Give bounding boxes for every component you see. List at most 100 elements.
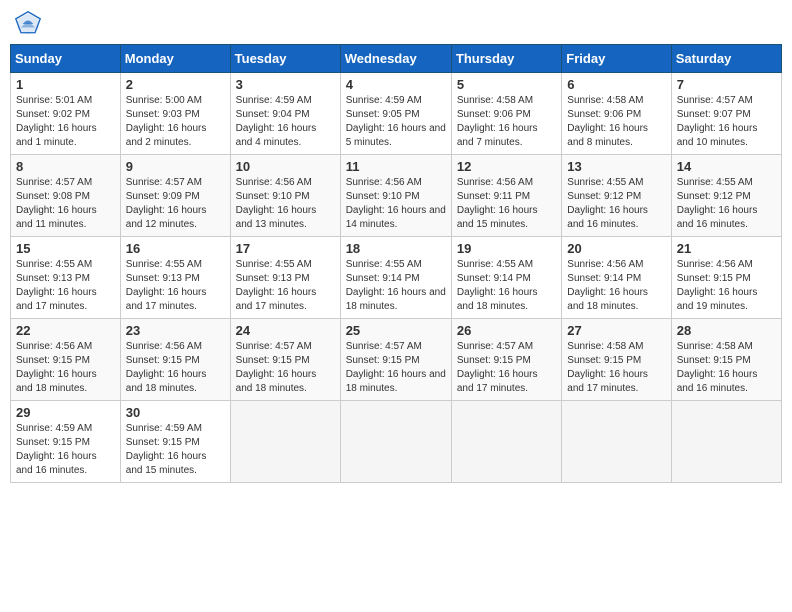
day-info: Sunrise: 4:57 AMSunset: 9:09 PMDaylight:… [126,176,225,232]
calendar-cell: 26 Sunrise: 4:57 AMSunset: 9:15 PMDaylig… [451,319,561,401]
calendar-cell [562,401,671,483]
calendar-cell: 23 Sunrise: 4:56 AMSunset: 9:15 PMDaylig… [120,319,230,401]
weekday-header-friday: Friday [562,45,671,73]
calendar-cell: 25 Sunrise: 4:57 AMSunset: 9:15 PMDaylig… [340,319,451,401]
day-info: Sunrise: 4:56 AMSunset: 9:11 PMDaylight:… [457,176,556,232]
day-info: Sunrise: 4:56 AMSunset: 9:15 PMDaylight:… [677,258,776,314]
calendar-week-row: 15 Sunrise: 4:55 AMSunset: 9:13 PMDaylig… [11,237,782,319]
day-info: Sunrise: 4:55 AMSunset: 9:12 PMDaylight:… [677,176,776,232]
calendar-cell [340,401,451,483]
calendar-cell: 5 Sunrise: 4:58 AMSunset: 9:06 PMDayligh… [451,73,561,155]
calendar-cell: 2 Sunrise: 5:00 AMSunset: 9:03 PMDayligh… [120,73,230,155]
day-info: Sunrise: 4:57 AMSunset: 9:15 PMDaylight:… [346,340,446,396]
day-number: 19 [457,241,556,256]
calendar-cell: 18 Sunrise: 4:55 AMSunset: 9:14 PMDaylig… [340,237,451,319]
day-info: Sunrise: 4:56 AMSunset: 9:14 PMDaylight:… [567,258,665,314]
day-number: 17 [236,241,335,256]
calendar-cell: 13 Sunrise: 4:55 AMSunset: 9:12 PMDaylig… [562,155,671,237]
day-info: Sunrise: 4:55 AMSunset: 9:14 PMDaylight:… [457,258,556,314]
page-header [10,10,782,38]
day-info: Sunrise: 5:01 AMSunset: 9:02 PMDaylight:… [16,94,115,150]
calendar-week-row: 8 Sunrise: 4:57 AMSunset: 9:08 PMDayligh… [11,155,782,237]
day-number: 29 [16,405,115,420]
day-number: 25 [346,323,446,338]
day-number: 8 [16,159,115,174]
calendar-cell: 7 Sunrise: 4:57 AMSunset: 9:07 PMDayligh… [671,73,781,155]
day-info: Sunrise: 4:57 AMSunset: 9:15 PMDaylight:… [236,340,335,396]
day-info: Sunrise: 4:57 AMSunset: 9:08 PMDaylight:… [16,176,115,232]
calendar-cell: 19 Sunrise: 4:55 AMSunset: 9:14 PMDaylig… [451,237,561,319]
calendar-cell: 28 Sunrise: 4:58 AMSunset: 9:15 PMDaylig… [671,319,781,401]
day-info: Sunrise: 4:59 AMSunset: 9:04 PMDaylight:… [236,94,335,150]
day-info: Sunrise: 4:59 AMSunset: 9:05 PMDaylight:… [346,94,446,150]
weekday-header-monday: Monday [120,45,230,73]
weekday-header-tuesday: Tuesday [230,45,340,73]
calendar-cell: 3 Sunrise: 4:59 AMSunset: 9:04 PMDayligh… [230,73,340,155]
day-info: Sunrise: 4:58 AMSunset: 9:15 PMDaylight:… [567,340,665,396]
day-info: Sunrise: 4:55 AMSunset: 9:12 PMDaylight:… [567,176,665,232]
day-info: Sunrise: 4:59 AMSunset: 9:15 PMDaylight:… [126,422,225,478]
day-info: Sunrise: 4:55 AMSunset: 9:13 PMDaylight:… [236,258,335,314]
calendar-cell: 16 Sunrise: 4:55 AMSunset: 9:13 PMDaylig… [120,237,230,319]
calendar-cell [671,401,781,483]
day-info: Sunrise: 4:56 AMSunset: 9:10 PMDaylight:… [346,176,446,232]
day-number: 15 [16,241,115,256]
calendar-cell: 14 Sunrise: 4:55 AMSunset: 9:12 PMDaylig… [671,155,781,237]
calendar-cell: 29 Sunrise: 4:59 AMSunset: 9:15 PMDaylig… [11,401,121,483]
calendar-cell: 11 Sunrise: 4:56 AMSunset: 9:10 PMDaylig… [340,155,451,237]
day-info: Sunrise: 4:55 AMSunset: 9:13 PMDaylight:… [16,258,115,314]
calendar-cell: 24 Sunrise: 4:57 AMSunset: 9:15 PMDaylig… [230,319,340,401]
day-info: Sunrise: 5:00 AMSunset: 9:03 PMDaylight:… [126,94,225,150]
calendar-week-row: 1 Sunrise: 5:01 AMSunset: 9:02 PMDayligh… [11,73,782,155]
calendar-cell [230,401,340,483]
day-number: 5 [457,77,556,92]
weekday-header-sunday: Sunday [11,45,121,73]
calendar-cell: 22 Sunrise: 4:56 AMSunset: 9:15 PMDaylig… [11,319,121,401]
calendar-cell: 17 Sunrise: 4:55 AMSunset: 9:13 PMDaylig… [230,237,340,319]
day-info: Sunrise: 4:57 AMSunset: 9:07 PMDaylight:… [677,94,776,150]
weekday-header-saturday: Saturday [671,45,781,73]
weekday-header-wednesday: Wednesday [340,45,451,73]
day-number: 14 [677,159,776,174]
day-info: Sunrise: 4:59 AMSunset: 9:15 PMDaylight:… [16,422,115,478]
calendar-cell: 8 Sunrise: 4:57 AMSunset: 9:08 PMDayligh… [11,155,121,237]
calendar-cell: 30 Sunrise: 4:59 AMSunset: 9:15 PMDaylig… [120,401,230,483]
day-number: 27 [567,323,665,338]
calendar-week-row: 29 Sunrise: 4:59 AMSunset: 9:15 PMDaylig… [11,401,782,483]
calendar-cell: 1 Sunrise: 5:01 AMSunset: 9:02 PMDayligh… [11,73,121,155]
day-number: 20 [567,241,665,256]
calendar-cell: 6 Sunrise: 4:58 AMSunset: 9:06 PMDayligh… [562,73,671,155]
calendar-cell: 15 Sunrise: 4:55 AMSunset: 9:13 PMDaylig… [11,237,121,319]
day-info: Sunrise: 4:56 AMSunset: 9:10 PMDaylight:… [236,176,335,232]
day-number: 10 [236,159,335,174]
weekday-header-thursday: Thursday [451,45,561,73]
day-number: 4 [346,77,446,92]
day-number: 23 [126,323,225,338]
day-number: 3 [236,77,335,92]
day-number: 11 [346,159,446,174]
day-info: Sunrise: 4:55 AMSunset: 9:14 PMDaylight:… [346,258,446,314]
day-info: Sunrise: 4:58 AMSunset: 9:15 PMDaylight:… [677,340,776,396]
day-number: 26 [457,323,556,338]
day-number: 1 [16,77,115,92]
calendar-cell: 12 Sunrise: 4:56 AMSunset: 9:11 PMDaylig… [451,155,561,237]
day-info: Sunrise: 4:56 AMSunset: 9:15 PMDaylight:… [16,340,115,396]
calendar-week-row: 22 Sunrise: 4:56 AMSunset: 9:15 PMDaylig… [11,319,782,401]
calendar-cell: 10 Sunrise: 4:56 AMSunset: 9:10 PMDaylig… [230,155,340,237]
day-info: Sunrise: 4:58 AMSunset: 9:06 PMDaylight:… [567,94,665,150]
day-number: 16 [126,241,225,256]
day-number: 6 [567,77,665,92]
logo-icon [14,10,42,38]
day-info: Sunrise: 4:57 AMSunset: 9:15 PMDaylight:… [457,340,556,396]
day-number: 22 [16,323,115,338]
day-info: Sunrise: 4:55 AMSunset: 9:13 PMDaylight:… [126,258,225,314]
day-info: Sunrise: 4:56 AMSunset: 9:15 PMDaylight:… [126,340,225,396]
calendar-cell: 20 Sunrise: 4:56 AMSunset: 9:14 PMDaylig… [562,237,671,319]
calendar-cell: 27 Sunrise: 4:58 AMSunset: 9:15 PMDaylig… [562,319,671,401]
day-number: 24 [236,323,335,338]
day-number: 7 [677,77,776,92]
day-number: 30 [126,405,225,420]
calendar-table: SundayMondayTuesdayWednesdayThursdayFrid… [10,44,782,483]
logo [14,10,46,38]
day-number: 21 [677,241,776,256]
